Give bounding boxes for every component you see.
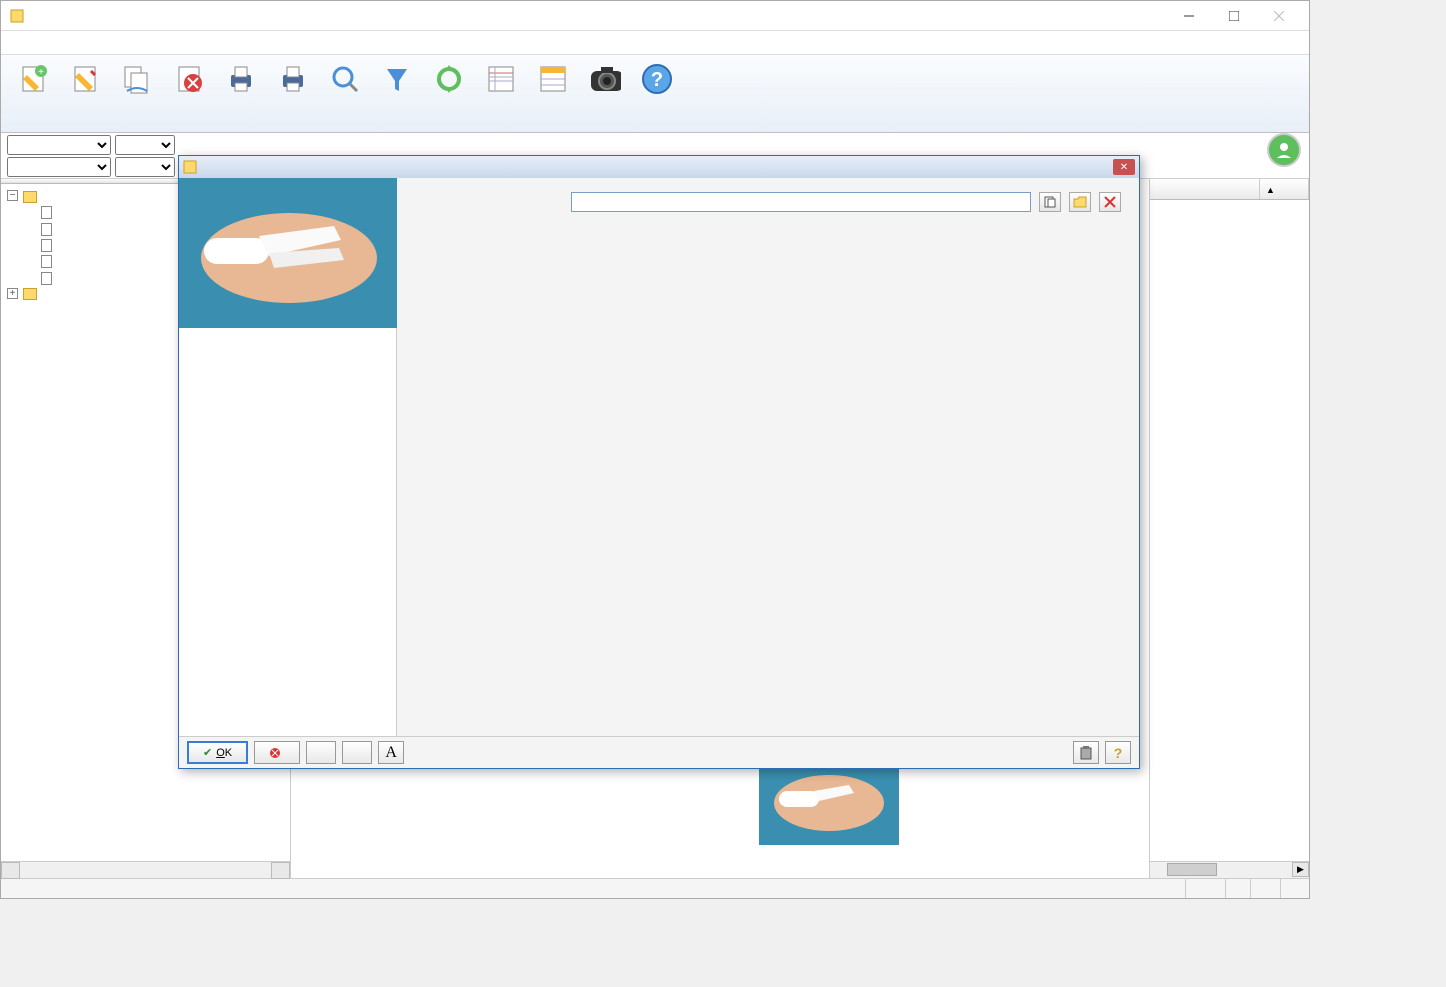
filter-select-1[interactable] (7, 135, 111, 155)
menu-tabellen[interactable] (61, 40, 77, 46)
tb-aktualisieren[interactable] (423, 58, 475, 130)
cancel-button[interactable] (254, 741, 300, 764)
font-button[interactable]: A (378, 741, 404, 764)
dialog-footer: ✔OK A ? (179, 736, 1139, 768)
menu-bearbeiten[interactable] (25, 40, 41, 46)
minimize-button[interactable] (1166, 2, 1211, 30)
copy-button[interactable] (1039, 192, 1061, 212)
menubar (1, 31, 1309, 55)
filter-select-3[interactable] (115, 135, 175, 155)
col-schu[interactable]: ▲ (1260, 179, 1309, 199)
doc-icon (41, 272, 52, 285)
tb-drucken-report[interactable] (267, 58, 319, 130)
main-window: + ? (0, 0, 1310, 899)
doc-icon (41, 223, 52, 236)
back-button[interactable] (306, 741, 336, 764)
sort-asc-icon: ▲ (1266, 185, 1275, 195)
menu-datei[interactable] (7, 40, 23, 46)
doc-icon (41, 255, 52, 268)
folder-icon (23, 288, 37, 300)
grid-header[interactable]: ▲ (1150, 179, 1309, 200)
collapse-icon[interactable]: − (7, 190, 18, 201)
user-badge[interactable] (1267, 133, 1301, 167)
status-time (1280, 879, 1305, 898)
dialog-preview-image (179, 178, 397, 328)
titlebar (1, 1, 1309, 31)
dialog-close-button[interactable]: ✕ (1113, 159, 1135, 175)
grid-body[interactable] (1150, 200, 1309, 861)
dialog-body (179, 178, 1139, 736)
doc-icon (41, 239, 52, 252)
right-grid: ▲ ▶ (1149, 179, 1309, 878)
scroll-right-icon[interactable]: ▶ (1292, 862, 1309, 877)
doc-icon (41, 206, 52, 219)
clipboard-button[interactable] (1073, 741, 1099, 764)
filter-select-4[interactable] (115, 157, 175, 177)
bild-path-input[interactable] (571, 192, 1031, 212)
browse-button[interactable] (1069, 192, 1091, 212)
tb-benutzerhistorie[interactable] (527, 58, 579, 130)
statusbar (1, 878, 1309, 898)
tb-suchen[interactable] (319, 58, 371, 130)
delete-button[interactable] (1099, 192, 1121, 212)
edit-dialog: ✕ ✔OK (178, 155, 1140, 769)
tb-kamera[interactable] (579, 58, 631, 130)
tb-drucken-eintrag[interactable] (215, 58, 267, 130)
tb-neu[interactable]: + (7, 58, 59, 130)
window-controls (1166, 2, 1301, 30)
detail-row (339, 789, 533, 807)
maximize-button[interactable] (1211, 2, 1256, 30)
scrollbar-thumb[interactable] (1167, 863, 1217, 876)
tb-filtern[interactable] (371, 58, 423, 130)
detail-area (339, 771, 533, 861)
detail-row (339, 843, 533, 861)
folder-icon (23, 191, 37, 203)
next-button[interactable] (342, 741, 372, 764)
tb-bearbeiten[interactable] (59, 58, 111, 130)
toolbar: + ? (1, 55, 1309, 133)
col-unfallart[interactable] (1150, 179, 1260, 199)
tree-h-scrollbar[interactable] (1, 861, 290, 878)
grid-h-scrollbar[interactable]: ▶ (1150, 861, 1309, 878)
field-row-bild (415, 192, 1121, 212)
menu-hilfe[interactable] (133, 40, 149, 46)
tb-duplizieren[interactable] (111, 58, 163, 130)
svg-text:?: ? (651, 69, 663, 91)
app-icon (9, 8, 25, 24)
tb-hilfe[interactable]: ? (631, 58, 683, 130)
dialog-content (397, 178, 1139, 736)
menu-verbandbuch[interactable] (43, 40, 59, 46)
help-button[interactable]: ? (1105, 741, 1131, 764)
close-button[interactable] (1256, 2, 1301, 30)
menu-extras[interactable] (115, 40, 131, 46)
detail-row (339, 771, 533, 789)
status-num (1225, 879, 1250, 898)
dialog-icon (183, 160, 197, 174)
svg-text:+: + (38, 67, 44, 78)
cancel-icon (269, 747, 281, 759)
dialog-sidebar (179, 178, 397, 736)
detail-row (339, 825, 533, 843)
menu-auswertungen[interactable] (79, 40, 95, 46)
menu-module[interactable] (97, 40, 113, 46)
ok-button[interactable]: ✔OK (187, 741, 248, 764)
tb-auswahlliste[interactable] (475, 58, 527, 130)
dialog-titlebar[interactable]: ✕ (179, 156, 1139, 178)
filter-select-2[interactable] (7, 157, 111, 177)
detail-row (339, 807, 533, 825)
tb-loeschen[interactable] (163, 58, 215, 130)
expand-icon[interactable]: + (7, 288, 18, 299)
